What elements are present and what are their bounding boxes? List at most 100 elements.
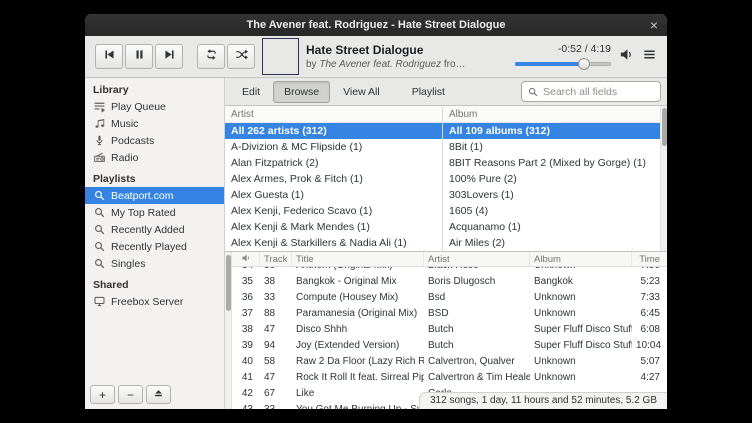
seek-slider-knob[interactable]: [578, 58, 590, 70]
pause-button[interactable]: [125, 44, 153, 69]
shuffle-button[interactable]: [227, 44, 255, 69]
search-box[interactable]: [521, 81, 661, 102]
tracklist-scrollbar-handle[interactable]: [226, 255, 231, 311]
close-button[interactable]: ×: [650, 14, 658, 36]
sidebar-item-music[interactable]: Music: [85, 115, 224, 132]
tracklist-scrollbar[interactable]: [225, 252, 232, 409]
album-pane: Album All 109 albums (312) 8Bit (1) 8BIT…: [442, 106, 660, 251]
album-row[interactable]: 8Bit (1): [443, 139, 660, 155]
artist-row[interactable]: Alan Fitzpatrick (2): [225, 155, 442, 171]
track-album: Unknown: [530, 354, 632, 370]
track-column-header[interactable]: Track: [260, 252, 292, 266]
track-time: 5:07: [632, 354, 667, 370]
eject-button[interactable]: [146, 385, 171, 404]
track-row[interactable]: 34 36 Anthem (Original Mix) Black Rose U…: [232, 267, 667, 274]
repeat-button[interactable]: [197, 44, 225, 69]
track-album: Unknown: [530, 290, 632, 306]
track-title: Raw 2 Da Floor (Lazy Rich Re…: [292, 354, 424, 370]
playing-column-header[interactable]: [232, 252, 260, 266]
track-title: Paramanesia (Original Mix): [292, 306, 424, 322]
track-artist: Calvertron & Tim Healey: [424, 370, 530, 386]
browser-scrollbar-handle[interactable]: [662, 108, 667, 146]
track-number: 38: [260, 274, 292, 290]
artist-row[interactable]: Alex Guesta (1): [225, 187, 442, 203]
sidebar-item-play-queue[interactable]: Play Queue: [85, 98, 224, 115]
track-album: Super Fluff Disco Stuff: [530, 322, 632, 338]
artist-row[interactable]: Alex Kenji & Starkillers & Nadia Ali (1): [225, 235, 442, 251]
track-time: 7:33: [632, 290, 667, 306]
artist-row[interactable]: All 262 artists (312): [225, 123, 442, 139]
next-button[interactable]: [155, 44, 183, 69]
track-row[interactable]: 40 58 Raw 2 Da Floor (Lazy Rich Re… Calv…: [232, 354, 667, 370]
album-row[interactable]: 303Lovers (1): [443, 187, 660, 203]
minus-icon: −: [127, 388, 134, 402]
view-all-button[interactable]: View All: [332, 81, 391, 103]
seek-slider[interactable]: [515, 58, 611, 70]
track-time: 7:56: [632, 267, 667, 274]
track-number: 47: [260, 322, 292, 338]
shuffle-icon: [235, 48, 248, 66]
track-row[interactable]: 38 47 Disco Shhh Butch Super Fluff Disco…: [232, 322, 667, 338]
artist-column-header[interactable]: Artist: [225, 106, 442, 123]
search-icon: [93, 240, 106, 253]
track-number: 67: [260, 386, 292, 402]
now-playing-info: Hate Street Dialogue by The Avener feat.…: [306, 43, 506, 70]
track-number: 94: [260, 338, 292, 354]
sidebar-item-freebox-server[interactable]: Freebox Server: [85, 293, 224, 310]
artist-row[interactable]: Alex Kenji & Mark Mendes (1): [225, 219, 442, 235]
track-album: Super Fluff Disco Stuff: [530, 338, 632, 354]
track-artist: Butch: [424, 338, 530, 354]
library-browser: Artist All 262 artists (312) A-Divizion …: [225, 106, 667, 252]
track-album: Unknown: [530, 370, 632, 386]
artist-column-header[interactable]: Artist: [424, 252, 530, 266]
album-row[interactable]: Acquanamo (1): [443, 219, 660, 235]
album-row[interactable]: 1605 (4): [443, 203, 660, 219]
row-number: 40: [232, 354, 260, 370]
sidebar-item-label: My Top Rated: [111, 207, 176, 219]
tracklist-body: 34 36 Anthem (Original Mix) Black Rose U…: [232, 267, 667, 409]
artist-row[interactable]: Alex Armes, Prok & Fitch (1): [225, 171, 442, 187]
track-artist: Black Rose: [424, 267, 530, 274]
app-menu-button[interactable]: [642, 47, 657, 67]
search-input[interactable]: [543, 86, 655, 98]
browse-button[interactable]: Browse: [273, 81, 330, 103]
sidebar-item-recently-added[interactable]: Recently Added: [85, 221, 224, 238]
track-number: 88: [260, 306, 292, 322]
track-row[interactable]: 39 94 Joy (Extended Version) Butch Super…: [232, 338, 667, 354]
row-number: 37: [232, 306, 260, 322]
sidebar-item-podcasts[interactable]: Podcasts: [85, 132, 224, 149]
album-row[interactable]: Air Miles (2): [443, 235, 660, 251]
album-row[interactable]: 100% Pure (2): [443, 171, 660, 187]
album-row[interactable]: All 109 albums (312): [443, 123, 660, 139]
titlebar[interactable]: The Avener feat. Rodriguez - Hate Street…: [85, 14, 667, 36]
repeat-icon: [205, 48, 218, 66]
sidebar-item-singles[interactable]: Singles: [85, 255, 224, 272]
artist-row[interactable]: Alex Kenji, Federico Scavo (1): [225, 203, 442, 219]
track-row[interactable]: 37 88 Paramanesia (Original Mix) BSD Unk…: [232, 306, 667, 322]
previous-button[interactable]: [95, 44, 123, 69]
sidebar-item-recently-played[interactable]: Recently Played: [85, 238, 224, 255]
browser-scrollbar[interactable]: [660, 106, 667, 251]
sidebar-item-my-top-rated[interactable]: My Top Rated: [85, 204, 224, 221]
sidebar-item-beatport[interactable]: Beatport.com: [85, 187, 224, 204]
volume-button[interactable]: [619, 47, 634, 67]
artist-row[interactable]: A-Divizion & MC Flipside (1): [225, 139, 442, 155]
album-column-header[interactable]: Album: [443, 106, 660, 123]
track-row[interactable]: 35 38 Bangkok - Original Mix Boris Dlugo…: [232, 274, 667, 290]
album-column-header[interactable]: Album: [530, 252, 632, 266]
track-row[interactable]: 41 47 Rock It Roll It feat. Sirreal Pip……: [232, 370, 667, 386]
tracklist-header: Track Title Artist Album Time: [232, 252, 667, 267]
track-number: 47: [260, 370, 292, 386]
playlist-menu-button[interactable]: Playlist: [401, 81, 456, 103]
track-row[interactable]: 36 33 Compute (Housey Mix) Bsd Unknown 7…: [232, 290, 667, 306]
time-column-header[interactable]: Time: [632, 252, 667, 266]
radio-icon: [93, 151, 106, 164]
title-column-header[interactable]: Title: [292, 252, 424, 266]
remove-playlist-button[interactable]: −: [118, 385, 143, 404]
track-album: Unknown: [530, 267, 632, 274]
sidebar-item-radio[interactable]: Radio: [85, 149, 224, 166]
add-playlist-button[interactable]: +: [90, 385, 115, 404]
row-number: 36: [232, 290, 260, 306]
album-row[interactable]: 8BIT Reasons Part 2 (Mixed by Gorge) (1): [443, 155, 660, 171]
edit-button[interactable]: Edit: [231, 81, 271, 103]
